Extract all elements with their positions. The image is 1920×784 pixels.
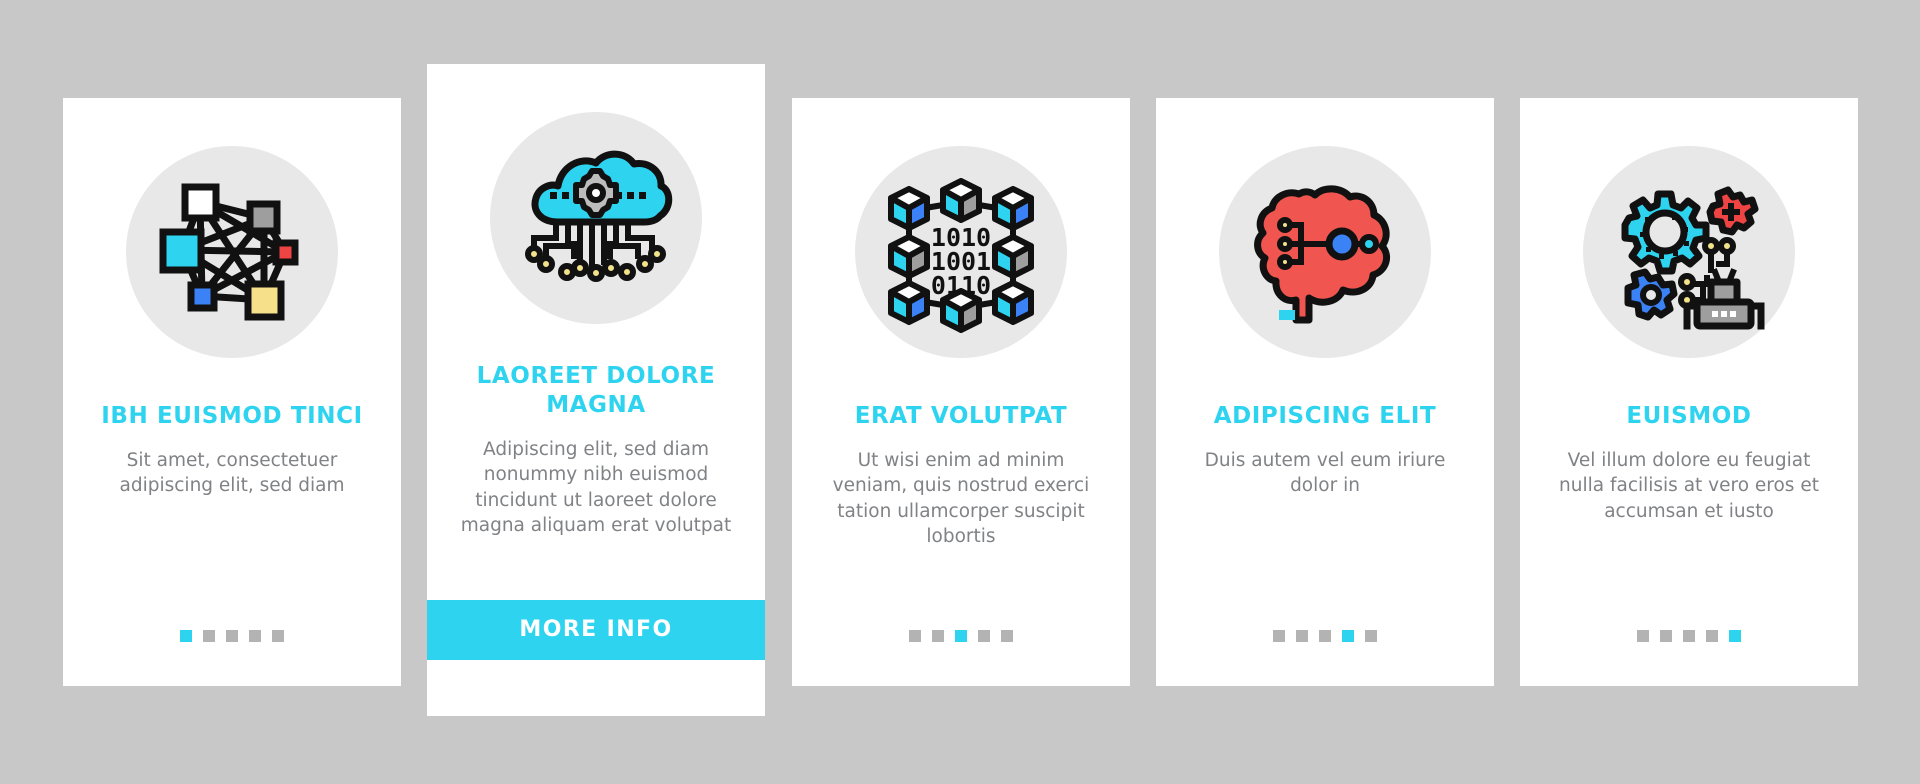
brain-neural-network-icon (1219, 146, 1431, 358)
page-dot-1[interactable] (1637, 630, 1649, 642)
page-dot-4[interactable] (249, 630, 261, 642)
brain-neural-network-icon-svg (1254, 185, 1391, 324)
page-dot-3[interactable] (955, 630, 967, 642)
page-dot-2[interactable] (1296, 630, 1308, 642)
page-dot-5[interactable] (1729, 630, 1741, 642)
card-body-text: Adipiscing elit, sed diam nonummy nibh e… (460, 438, 732, 537)
onboarding-card-1[interactable]: IBH EUISMOD TINCI Sit amet, consectetuer… (63, 98, 401, 686)
network-mesh-icon-svg (159, 183, 299, 321)
card-body-text: Vel illum dolore eu feugiat nulla facili… (1559, 449, 1819, 522)
page-dot-4[interactable] (1342, 630, 1354, 642)
page-dot-1[interactable] (1273, 630, 1285, 642)
onboarding-card-4[interactable]: ADIPISCING ELIT Duis autem vel eum iriur… (1156, 98, 1494, 686)
blockchain-binary-icon-svg: 1010 1001 0110 (888, 178, 1034, 333)
card-title: ADIPISCING ELIT (1213, 403, 1437, 429)
gears-robot-automation-icon (1583, 146, 1795, 358)
onboarding-card-2[interactable]: LAOREET DOLORE MAGNA Adipiscing elit, se… (427, 64, 765, 716)
card-body-text: Duis autem vel eum iriure dolor in (1204, 449, 1446, 497)
binary-line-3: 0110 (931, 271, 991, 300)
onboarding-screens-illustration: IBH EUISMOD TINCI Sit amet, consectetuer… (0, 0, 1920, 784)
gears-robot-automation-icon-svg (1621, 186, 1765, 330)
cloud-computing-gear-icon-svg (525, 150, 673, 282)
page-dot-2[interactable] (203, 630, 215, 642)
page-indicator-dots[interactable] (180, 630, 284, 642)
page-dot-2[interactable] (1660, 630, 1672, 642)
card-title: LAOREET DOLORE MAGNA (476, 363, 716, 418)
card-title: EUISMOD (1626, 403, 1752, 429)
onboarding-card-3[interactable]: 1010 1001 0110 ERAT VOLUTPAT Ut wisi eni… (792, 98, 1130, 686)
page-indicator-dots[interactable] (909, 630, 1013, 642)
page-dot-3[interactable] (226, 630, 238, 642)
page-dot-4[interactable] (978, 630, 990, 642)
blockchain-binary-icon: 1010 1001 0110 (855, 146, 1067, 358)
card-title: ERAT VOLUTPAT (854, 403, 1068, 429)
page-dot-4[interactable] (1706, 630, 1718, 642)
page-dot-5[interactable] (1001, 630, 1013, 642)
page-dot-1[interactable] (180, 630, 192, 642)
page-dot-2[interactable] (932, 630, 944, 642)
button-bottom-padding (427, 660, 765, 716)
card-body-text: Sit amet, consectetuer adipiscing elit, … (119, 449, 345, 497)
page-dot-3[interactable] (1683, 630, 1695, 642)
page-dot-1[interactable] (909, 630, 921, 642)
card-title: IBH EUISMOD TINCI (101, 403, 363, 429)
card-body-text: Ut wisi enim ad minim veniam, quis nostr… (832, 449, 1090, 548)
page-dot-5[interactable] (1365, 630, 1377, 642)
onboarding-card-5[interactable]: EUISMOD Vel illum dolore eu feugiat null… (1520, 98, 1858, 686)
more-info-button[interactable]: MORE INFO (427, 600, 765, 660)
network-mesh-icon (126, 146, 338, 358)
page-dot-3[interactable] (1319, 630, 1331, 642)
page-indicator-dots[interactable] (1273, 630, 1377, 642)
cloud-computing-gear-icon (490, 112, 702, 324)
page-dot-5[interactable] (272, 630, 284, 642)
page-indicator-dots[interactable] (1637, 630, 1741, 642)
